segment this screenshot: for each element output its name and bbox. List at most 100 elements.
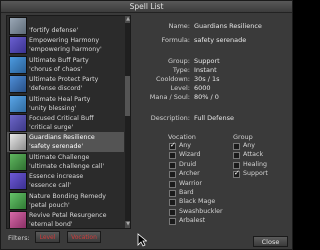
spell-icon xyxy=(9,17,27,35)
group-option-label: Healing xyxy=(243,160,267,168)
vocation-option[interactable]: Druid xyxy=(169,161,229,170)
group-option[interactable]: Attack xyxy=(233,151,293,160)
group-checkbox[interactable] xyxy=(233,169,240,179)
spell-list-item[interactable]: Ultimate Protect Party'defense discord' xyxy=(7,74,124,94)
spell-list-item[interactable]: Guardians Resilience'safety serenade' xyxy=(7,132,124,153)
spell-words: 'essence call' xyxy=(29,182,71,190)
scroll-up-arrow-icon[interactable]: ▲ xyxy=(125,16,130,23)
name-label: Name: xyxy=(168,22,190,30)
spell-list-item[interactable]: 'fortify defense' xyxy=(7,16,124,36)
spell-icon xyxy=(9,211,27,228)
spell-list-item[interactable]: Ultimate Buff Party'chorus of chaos' xyxy=(7,55,124,75)
vocation-option[interactable]: Black Mage xyxy=(169,198,229,207)
vocation-option[interactable]: Warrior xyxy=(169,180,229,189)
vocation-option-label: Wizard xyxy=(179,151,201,159)
formula-value: safety serenade xyxy=(194,36,247,44)
spell-words: 'defense discord' xyxy=(29,85,83,93)
group-option[interactable]: Support xyxy=(233,169,293,179)
filters-label: Filters: xyxy=(8,234,30,242)
group-title: Group xyxy=(233,133,253,141)
group-option[interactable]: Healing xyxy=(233,161,293,170)
vocation-option[interactable]: Any xyxy=(169,141,229,151)
level-label: Level: xyxy=(170,84,190,92)
group-checkbox[interactable] xyxy=(233,152,240,160)
vocation-option-label: Arbalest xyxy=(179,217,206,225)
spell-list-item[interactable]: Empowering Harmony'empowering harmony' xyxy=(7,35,124,55)
vocation-option-label: Any xyxy=(179,142,192,149)
group-checkbox[interactable] xyxy=(233,143,240,150)
spell-words: 'eternal bond' xyxy=(29,221,73,228)
mana-soul-label: Mana / Soul: xyxy=(149,93,190,101)
vocation-option[interactable]: Wizard xyxy=(169,151,229,160)
spell-list-item[interactable]: Ultimate Heal Party'unity blessing' xyxy=(7,94,124,114)
spell-list[interactable]: 'fortify defense' Empowering Harmony'empo… xyxy=(6,15,131,229)
spell-list-item[interactable]: Focused Critical Buff 'critical surge' xyxy=(7,113,124,133)
vocation-checkbox[interactable] xyxy=(169,218,176,226)
vocation-checkbox[interactable] xyxy=(169,190,176,197)
group-option[interactable]: Any xyxy=(233,142,293,151)
vocation-checkbox[interactable] xyxy=(169,180,176,188)
level-filter-button[interactable]: Level xyxy=(35,231,60,243)
spell-icon xyxy=(9,152,27,171)
spell-list-item[interactable]: Ultimate Challenge'ultimate challenge ca… xyxy=(7,152,124,172)
vocation-title: Vocation xyxy=(168,133,196,141)
type-value: Instant xyxy=(194,66,217,74)
spell-icon xyxy=(9,94,27,113)
spell-name: Guardians Resilience xyxy=(29,134,95,142)
spell-list-item[interactable]: Nature Bonding Remedy'petal pouch' xyxy=(7,191,124,211)
vocation-option[interactable]: Swashbuckler xyxy=(169,208,229,217)
group-label: Group: xyxy=(168,57,190,65)
close-button[interactable]: Close xyxy=(253,236,288,247)
vocation-option-label: Druid xyxy=(179,160,197,168)
spell-name: Ultimate Buff Party xyxy=(29,56,89,64)
vocation-option[interactable]: Archer xyxy=(169,170,229,179)
type-label: Type: xyxy=(172,66,190,74)
spell-name: Empowering Harmony xyxy=(29,37,100,45)
vocation-option-label: Black Mage xyxy=(179,198,216,206)
spell-icon xyxy=(9,114,27,132)
spell-icon xyxy=(9,75,27,94)
spell-words: 'fortify defense' xyxy=(29,27,79,34)
vocation-checkbox[interactable] xyxy=(169,161,176,169)
spell-words: 'critical surge' xyxy=(29,124,74,131)
vocation-checkbox[interactable] xyxy=(169,199,176,207)
spell-words: 'unity blessing' xyxy=(29,104,77,112)
vocation-option-label: Warrior xyxy=(179,179,202,187)
spell-icon xyxy=(9,191,27,210)
scroll-down-arrow-icon[interactable]: ▼ xyxy=(125,221,130,228)
spell-name: Essence increase xyxy=(29,173,84,181)
vocation-option-label: Archer xyxy=(179,170,200,178)
mana-soul-value: 80% / 0 xyxy=(194,93,219,101)
spell-name: Ultimate Protect Party xyxy=(29,76,99,84)
spell-words: 'safety serenade' xyxy=(29,143,84,151)
spell-name: Ultimate Heal Party xyxy=(29,95,91,103)
description-label: Description: xyxy=(150,114,190,122)
spell-name: Nature Bonding Remedy xyxy=(29,192,106,200)
description-value: Full Defense xyxy=(194,114,234,122)
spell-name: Revive Petal Resurgence xyxy=(29,212,107,219)
scroll-thumb[interactable] xyxy=(125,76,130,116)
vocation-filter-button[interactable]: Vocation xyxy=(67,231,101,243)
name-value: Guardians Resilience xyxy=(194,22,262,30)
spell-icon xyxy=(9,55,27,74)
vocation-option[interactable]: Bard xyxy=(169,189,229,198)
group-option-label: Support xyxy=(243,170,268,178)
vocation-checkbox[interactable] xyxy=(169,208,176,216)
spell-list-scrollbar[interactable]: ▲ ▼ xyxy=(125,16,130,228)
spell-words: 'ultimate challenge call' xyxy=(29,162,105,170)
mouse-cursor-icon xyxy=(137,233,147,247)
group-checkbox[interactable] xyxy=(233,161,240,169)
group-value: Support xyxy=(194,57,220,65)
vocation-checkbox[interactable] xyxy=(169,141,176,150)
spell-list-item[interactable]: Essence increase'essence call' xyxy=(7,171,124,191)
spell-name: Ultimate Challenge xyxy=(29,153,90,161)
vocation-option-label: Bard xyxy=(179,189,194,196)
spell-list-item[interactable]: Revive Petal Resurgence 'eternal bond' xyxy=(7,210,124,228)
spell-icon xyxy=(9,36,27,55)
vocation-checkbox[interactable] xyxy=(169,171,176,179)
group-option-label: Attack xyxy=(243,151,264,159)
spell-words: 'petal pouch' xyxy=(29,201,70,209)
vocation-checkbox[interactable] xyxy=(169,152,176,160)
cooldown-value: 30s / 1s xyxy=(194,75,220,83)
vocation-option[interactable]: Arbalest xyxy=(169,217,229,226)
